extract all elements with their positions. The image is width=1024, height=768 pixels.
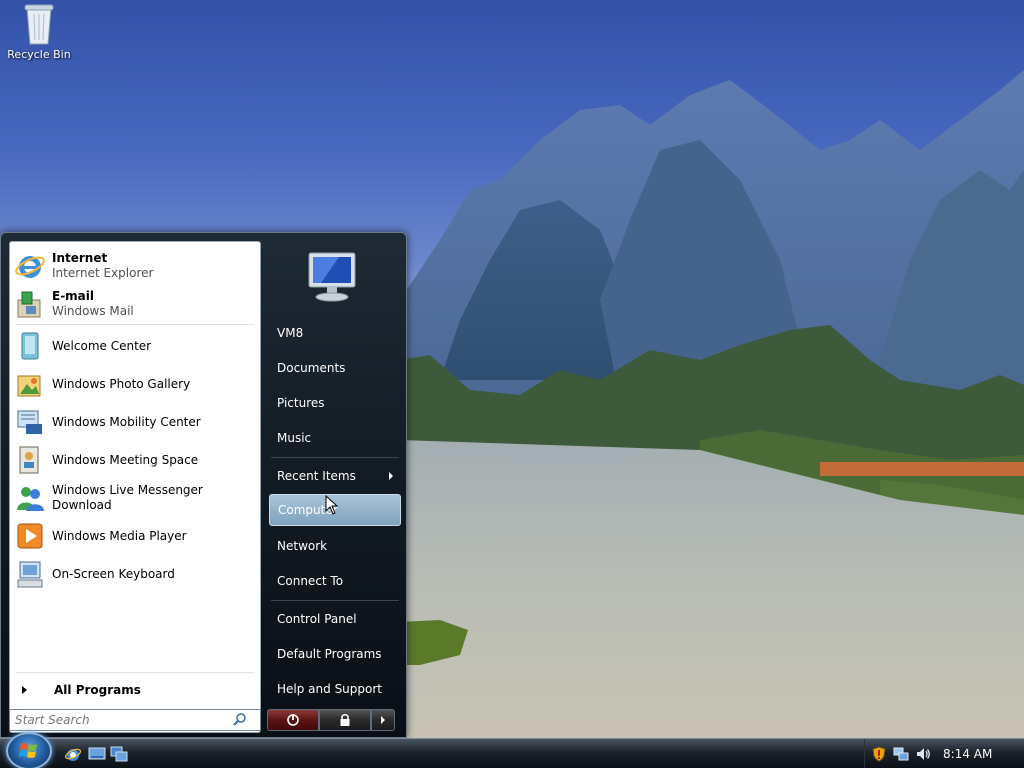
recent-program-mobility-center[interactable]: Windows Mobility Center (14, 404, 258, 440)
shutdown-options-button[interactable] (371, 709, 395, 731)
system-tray: 8:14 AM (864, 739, 1024, 768)
security-shield-icon[interactable] (871, 746, 887, 762)
meeting-space-icon (14, 444, 46, 476)
start-menu-control-panel[interactable]: Control Panel (269, 603, 401, 635)
network-icon[interactable] (893, 746, 909, 762)
start-menu-programs-pane: Internet Internet Explorer E-mail Window… (9, 241, 261, 733)
all-programs-separator (16, 672, 254, 673)
welcome-center-icon (14, 330, 46, 362)
search-icon[interactable] (230, 710, 250, 730)
quick-launch-show-desktop[interactable] (88, 745, 106, 763)
recent-program-on-screen-keyboard[interactable]: On-Screen Keyboard (14, 556, 258, 592)
volume-icon[interactable] (915, 746, 931, 762)
recent-program-label: Windows Mobility Center (52, 414, 201, 429)
pinned-windows-mail[interactable]: E-mail Windows Mail (14, 286, 258, 322)
messenger-icon (14, 482, 46, 514)
recent-program-label: Windows Media Player (52, 528, 187, 543)
music-label: Music (277, 431, 312, 445)
recent-program-meeting-space[interactable]: Windows Meeting Space (14, 442, 258, 478)
taskbar: 8:14 AM (0, 732, 1024, 768)
recent-items-label: Recent Items (277, 469, 356, 483)
windows-logo-icon (19, 743, 37, 758)
internet-explorer-icon (64, 748, 82, 761)
start-menu-help-support[interactable]: Help and Support (269, 673, 401, 705)
lock-icon (340, 714, 350, 726)
show-desktop-icon (88, 747, 106, 760)
power-controls (267, 709, 395, 731)
recent-program-media-player[interactable]: Windows Media Player (14, 518, 258, 554)
help-support-label: Help and Support (277, 682, 382, 696)
pinned-separator (16, 324, 254, 325)
desktop-icon-recycle-bin[interactable]: Recycle Bin (6, 2, 72, 61)
taskbar-clock[interactable]: 8:14 AM (943, 747, 992, 761)
power-button[interactable] (267, 709, 319, 731)
pictures-label: Pictures (277, 396, 325, 410)
recent-program-label: Windows Live Messenger Download (52, 483, 203, 512)
start-menu-default-programs[interactable]: Default Programs (269, 638, 401, 670)
chevron-right-icon (381, 716, 385, 724)
quick-launch-switch-windows[interactable] (110, 745, 128, 763)
lock-button[interactable] (319, 709, 371, 731)
switch-windows-icon (110, 746, 128, 762)
recent-program-label: Welcome Center (52, 338, 152, 353)
mouse-cursor-icon (325, 495, 339, 515)
start-menu-user-folder[interactable]: VM8 (269, 317, 401, 349)
keyboard-icon (14, 558, 46, 590)
pinned-sublabel: Windows Mail (52, 304, 134, 318)
start-search-input[interactable] (10, 713, 230, 727)
chevron-right-icon (22, 686, 27, 694)
all-programs-button[interactable]: All Programs (14, 678, 258, 702)
start-menu-documents[interactable]: Documents (269, 352, 401, 384)
pinned-sublabel: Internet Explorer (52, 266, 154, 280)
start-search-box[interactable] (9, 709, 261, 731)
photo-gallery-icon (14, 368, 46, 400)
start-button[interactable] (6, 732, 52, 768)
pinned-label: Internet (52, 251, 108, 265)
windows-mail-icon (14, 288, 46, 320)
start-menu-places-pane: VM8 Documents Pictures Music Recent Item… (267, 241, 403, 705)
start-menu-pictures[interactable]: Pictures (269, 387, 401, 419)
start-menu-connect-to[interactable]: Connect To (269, 565, 401, 597)
settings-separator (271, 600, 399, 601)
user-picture-computer-icon[interactable] (299, 245, 365, 307)
places-separator (271, 457, 399, 458)
start-menu: Internet Internet Explorer E-mail Window… (0, 232, 407, 738)
start-menu-network[interactable]: Network (269, 530, 401, 562)
connect-to-label: Connect To (277, 574, 344, 588)
recent-program-messenger-download[interactable]: Windows Live Messenger Download (14, 480, 258, 516)
submenu-arrow-icon (389, 472, 393, 480)
control-panel-label: Control Panel (277, 612, 357, 626)
media-player-icon (14, 520, 46, 552)
internet-explorer-icon (14, 250, 46, 282)
recycle-bin-icon (22, 2, 56, 46)
user-folder-label: VM8 (277, 326, 304, 340)
quick-launch-internet-explorer[interactable] (64, 745, 82, 763)
network-label: Network (277, 539, 328, 553)
recent-program-photo-gallery[interactable]: Windows Photo Gallery (14, 366, 258, 402)
mobility-center-icon (14, 406, 46, 438)
pinned-label: E-mail (52, 289, 95, 303)
recycle-bin-label: Recycle Bin (7, 48, 71, 61)
default-programs-label: Default Programs (277, 647, 382, 661)
recent-program-welcome-center[interactable]: Welcome Center (14, 328, 258, 364)
pinned-internet-explorer[interactable]: Internet Internet Explorer (14, 248, 258, 284)
recent-program-label: On-Screen Keyboard (52, 566, 175, 581)
recent-program-label: Windows Photo Gallery (52, 376, 191, 391)
all-programs-label: All Programs (54, 683, 141, 697)
start-menu-recent-items[interactable]: Recent Items (269, 460, 401, 492)
documents-label: Documents (277, 361, 346, 375)
recent-program-label: Windows Meeting Space (52, 452, 199, 467)
power-icon (287, 714, 299, 726)
start-menu-music[interactable]: Music (269, 422, 401, 454)
